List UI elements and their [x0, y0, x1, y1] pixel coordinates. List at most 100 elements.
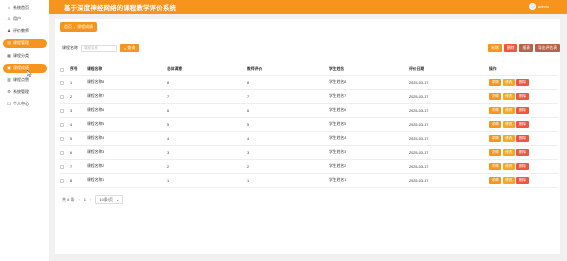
cell-actions: 详情 修改 删除 [489, 159, 558, 174]
export-button[interactable]: 导出评估表 [535, 44, 560, 52]
row-checkbox[interactable] [60, 117, 70, 132]
detail-button[interactable]: 详情 [489, 121, 502, 128]
sidebar-item-course-manage[interactable]: ▤ 课程管理 [3, 39, 47, 48]
search-button-label: 查询 [127, 45, 136, 50]
table-row: 6 课程名称3 3 3 学生姓名3 2025-03-17 详情 修改 删除 [60, 145, 558, 160]
delete-button[interactable]: 删除 [516, 93, 529, 100]
breadcrumb-current: 课程成绩 [77, 24, 94, 29]
cell-teacher: 2 [247, 159, 329, 174]
teacher-icon: ♟ [7, 28, 11, 34]
app-title: 基于深度神经网络的课程教学评价系统 [64, 5, 177, 12]
cell-teacher: 5 [247, 117, 329, 132]
batch-delete-button[interactable]: 删除 [503, 44, 518, 52]
detail-button[interactable]: 详情 [489, 135, 502, 142]
delete-button[interactable]: 删除 [516, 107, 529, 114]
cell-student: 学生姓名7 [329, 89, 409, 104]
row-checkbox[interactable] [60, 103, 70, 118]
search-bar: 课程名称 课程名称 ⌕ 查询 [62, 44, 140, 52]
sidebar-item-course-category[interactable]: ▦ 课程分类 [3, 52, 47, 61]
sidebar-item-home[interactable]: ⌂ 系统首页 [3, 4, 47, 13]
detail-button[interactable]: 详情 [489, 163, 502, 170]
detail-button[interactable]: 详情 [489, 177, 502, 184]
sidebar-item-course-grade[interactable]: ▣ 课程成绩 [3, 64, 47, 73]
delete-button[interactable]: 删除 [516, 79, 529, 86]
cell-overall: 7 [167, 89, 247, 104]
sidebar: ⌂ 系统首页 ♙ 用户 ♟ 评价教师 ▤ 课程管理 ▦ 课程分类 ▣ 课程成绩 … [0, 0, 49, 261]
table-header-row: 序号 课程名称 总体满意 教师评价 学生姓名 评价日期 操作 [60, 64, 558, 76]
row-checkbox[interactable] [60, 75, 70, 90]
delete-button[interactable]: 删除 [516, 121, 529, 128]
cell-actions: 详情 修改 删除 [489, 89, 558, 104]
search-icon: ⌕ [124, 45, 127, 51]
detail-button[interactable]: 详情 [489, 93, 502, 100]
search-button[interactable]: ⌕ 查询 [120, 44, 140, 52]
detail-button[interactable]: 详情 [489, 79, 502, 86]
cell-overall: 2 [167, 159, 247, 174]
cell-overall: 6 [167, 103, 247, 118]
edit-button[interactable]: 修改 [502, 93, 515, 100]
search-input[interactable]: 课程名称 [81, 44, 117, 52]
total-count: 共 8 条 [62, 196, 75, 202]
column-header: 序号 [70, 64, 87, 76]
cell-index: 3 [70, 103, 87, 118]
edit-button[interactable]: 修改 [502, 79, 515, 86]
detail-button[interactable]: 详情 [489, 107, 502, 114]
username: admin [538, 4, 549, 9]
cell-actions: 详情 修改 删除 [489, 103, 558, 118]
sidebar-item-course-like[interactable]: ▥ 课程点赞 [3, 76, 47, 85]
page-size-value: 10条/页 [99, 197, 113, 202]
add-button[interactable]: 新增 [488, 44, 502, 52]
table-row: 3 课程名称6 6 6 学生姓名6 2025-03-17 详情 修改 删除 [60, 103, 558, 118]
user-icon: ♙ [7, 16, 11, 22]
edit-button[interactable]: 修改 [502, 135, 515, 142]
avatar [529, 3, 537, 10]
sidebar-item-system[interactable]: ⚙ 系统管理 [3, 88, 47, 97]
cell-course-name: 课程名称1 [87, 173, 167, 188]
cell-date: 2025-03-17 [409, 159, 489, 174]
edit-button[interactable]: 修改 [502, 107, 515, 114]
edit-button[interactable]: 修改 [502, 149, 515, 156]
cell-student: 学生姓名2 [329, 159, 409, 174]
page-size-select[interactable]: 10条/页 ⌄ [95, 195, 124, 204]
delete-button[interactable]: 删除 [516, 177, 529, 184]
next-page-icon[interactable]: › [90, 197, 91, 202]
cell-student: 学生姓名6 [329, 103, 409, 118]
report-button[interactable]: 报表 [519, 44, 534, 52]
select-all-checkbox[interactable] [60, 64, 70, 76]
cell-actions: 详情 修改 删除 [489, 145, 558, 160]
breadcrumb-home[interactable]: 首页 [64, 24, 72, 30]
edit-button[interactable]: 修改 [502, 177, 515, 184]
column-header: 总体满意 [167, 64, 247, 76]
row-checkbox[interactable] [60, 89, 70, 104]
edit-button[interactable]: 修改 [502, 121, 515, 128]
detail-button[interactable]: 详情 [489, 149, 502, 156]
row-checkbox[interactable] [60, 145, 70, 160]
sidebar-item-teacher-review[interactable]: ♟ 评价教师 [3, 27, 47, 36]
edit-button[interactable]: 修改 [502, 163, 515, 170]
cell-date: 2025-03-17 [409, 75, 489, 90]
sidebar-item-users[interactable]: ♙ 用户 [3, 15, 47, 24]
column-header: 评价日期 [409, 64, 489, 76]
delete-button[interactable]: 删除 [516, 163, 529, 170]
sidebar-item-label: 系统管理 [13, 89, 29, 95]
cell-date: 2025-03-17 [409, 173, 489, 188]
cell-date: 2025-03-17 [409, 145, 489, 160]
breadcrumb-separator: / [74, 24, 76, 30]
delete-button[interactable]: 删除 [516, 149, 529, 156]
row-checkbox[interactable] [60, 173, 70, 188]
column-header: 学生姓名 [329, 64, 409, 76]
sidebar-item-profile[interactable]: ☐ 个人中心 [3, 100, 47, 109]
cell-teacher: 3 [247, 145, 329, 160]
delete-button[interactable]: 删除 [516, 135, 529, 142]
profile-icon: ☐ [7, 101, 11, 107]
row-checkbox[interactable] [60, 131, 70, 146]
cell-date: 2025-03-17 [409, 117, 489, 132]
cell-index: 1 [70, 75, 87, 90]
cell-overall: 4 [167, 131, 247, 146]
row-checkbox[interactable] [60, 159, 70, 174]
cell-teacher: 6 [247, 103, 329, 118]
cell-student: 学生姓名1 [329, 173, 409, 188]
user-menu[interactable]: admin [529, 3, 549, 10]
page-number[interactable]: 1 [84, 197, 86, 202]
prev-page-icon[interactable]: ‹ [78, 197, 79, 202]
